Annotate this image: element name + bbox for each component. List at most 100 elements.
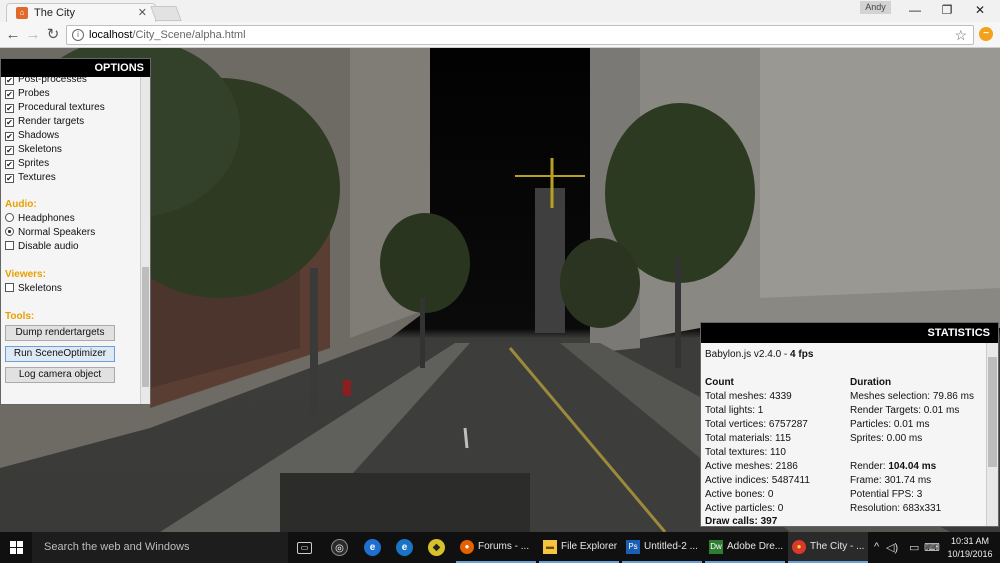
cortana-icon[interactable]: ◎ (331, 539, 348, 556)
back-arrow-icon[interactable]: ← (4, 26, 22, 44)
checkbox-icon[interactable] (5, 283, 14, 292)
new-tab-button[interactable] (150, 6, 182, 21)
stat-total-materials: Total materials: 115 (705, 433, 791, 444)
edge-icon[interactable]: e (364, 539, 381, 556)
stat-active-particles: Active particles: 0 (705, 503, 784, 514)
stat-frame-time: Frame: 301.74 ms (850, 475, 932, 486)
checkbox-checked-icon[interactable]: ✔ (5, 160, 14, 169)
checkbox-checked-icon[interactable]: ✔ (5, 132, 14, 141)
taskbar-search-box[interactable]: Search the web and Windows (32, 532, 288, 563)
windows-start-icon[interactable] (10, 541, 23, 554)
radio-selected-icon[interactable] (5, 227, 14, 236)
taskbar-app-firefox[interactable]: ● Forums - ... (456, 532, 536, 563)
checkbox-checked-icon[interactable]: ✔ (5, 77, 14, 85)
page-info-icon[interactable]: i (72, 29, 84, 41)
photoshop-icon: Ps (626, 540, 640, 554)
stat-sprites-time: Sprites: 0.00 ms (850, 433, 923, 444)
taskbar-app-file-explorer[interactable]: ▬ File Explorer (539, 532, 619, 563)
log-camera-object-button[interactable]: Log camera object (5, 367, 115, 383)
tray-chevron-icon[interactable]: ^ (874, 541, 879, 553)
checkbox-checked-icon[interactable]: ✔ (5, 118, 14, 127)
internet-explorer-icon[interactable]: e (396, 539, 413, 556)
tab-the-city[interactable]: ⌂ The City ✕ (6, 3, 156, 22)
clock[interactable]: 10:31 AM 10/19/2016 (944, 535, 996, 561)
stat-total-lights: Total lights: 1 (705, 405, 764, 416)
stat-render-targets-time: Render Targets: 0.01 ms (850, 405, 960, 416)
checkbox-icon[interactable] (5, 241, 14, 250)
option-skeletons[interactable]: ✔ Skeletons (5, 144, 62, 158)
stat-resolution: Resolution: 683x331 (850, 503, 942, 514)
options-body[interactable]: ✔ Post-processes ✔ Probes ✔ Procedural text… (1, 77, 141, 404)
option-label: Skeletons (18, 283, 62, 294)
title-bar: ⌂ The City ✕ Andy — ❐ ✕ (0, 0, 1000, 22)
dump-rendertargets-button[interactable]: Dump rendertargets (5, 325, 115, 341)
option-label: Post-processes (18, 77, 87, 85)
close-icon[interactable]: ✕ (965, 2, 995, 19)
stat-meshes-selection: Meshes selection: 79.86 ms (850, 391, 974, 402)
checkbox-checked-icon[interactable]: ✔ (5, 174, 14, 183)
firefox-icon: ● (460, 540, 474, 554)
options-panel: OPTIONS ✔ Post-processes ✔ Probes ✔ Procedu… (0, 58, 151, 405)
keyboard-icon[interactable]: ⌨ (924, 541, 940, 554)
checkbox-checked-icon[interactable]: ✔ (5, 104, 14, 113)
statistics-scrollbar[interactable] (986, 343, 998, 526)
speaker-icon[interactable]: ◁) (886, 541, 898, 554)
stat-total-meshes: Total meshes: 4339 (705, 391, 792, 402)
address-bar[interactable]: i localhost/City_Scene/alpha.html ☆ (66, 25, 974, 45)
option-label: Sprites (18, 158, 50, 169)
bookmark-star-icon[interactable]: ☆ (954, 27, 967, 44)
statistics-header: STATISTICS (701, 323, 998, 343)
options-scrollbar-thumb[interactable] (142, 267, 149, 387)
option-procedural-textures[interactable]: ✔ Procedural textures (5, 102, 105, 116)
viewer-skeletons[interactable]: Skeletons (5, 283, 62, 297)
options-scrollbar[interactable] (140, 77, 150, 404)
option-label: Headphones (18, 213, 75, 224)
audio-headphones[interactable]: Headphones (5, 213, 75, 227)
network-icon[interactable]: ▭ (909, 541, 919, 554)
browser-toolbar: ← → ↻ i localhost/City_Scene/alpha.html … (0, 22, 1000, 48)
url-text: localhost/City_Scene/alpha.html (89, 29, 246, 41)
audio-disable[interactable]: Disable audio (5, 241, 79, 255)
statistics-panel: STATISTICS Babylon.js v2.4.0 - 4 fps Cou… (700, 322, 999, 527)
checkbox-checked-icon[interactable]: ✔ (5, 90, 14, 99)
taskbar-app-photoshop[interactable]: Ps Untitled-2 ... (622, 532, 702, 563)
radio-icon[interactable] (5, 213, 14, 222)
profile-badge[interactable]: Andy (860, 1, 891, 14)
option-textures[interactable]: ✔ Textures (5, 172, 56, 186)
option-probes[interactable]: ✔ Probes (5, 88, 50, 102)
tab-close-icon[interactable]: ✕ (138, 6, 147, 19)
statistics-scrollbar-thumb[interactable] (988, 357, 997, 467)
extension-icon[interactable]: − (979, 27, 993, 41)
tab-favicon-icon: ⌂ (16, 7, 28, 19)
option-render-targets[interactable]: ✔ Render targets (5, 116, 84, 130)
reload-icon[interactable]: ↻ (44, 26, 62, 44)
maximize-icon[interactable]: ❐ (932, 2, 962, 19)
dreamweaver-icon: Dw (709, 540, 723, 554)
taskbar-app-label: Untitled-2 ... (644, 541, 698, 552)
stat-active-bones: Active bones: 0 (705, 489, 774, 500)
stat-total-vertices: Total vertices: 6757287 (705, 419, 808, 430)
minimize-icon[interactable]: — (900, 2, 930, 19)
option-label: Disable audio (18, 241, 79, 252)
task-view-icon[interactable]: ▭ (297, 542, 312, 554)
stat-active-indices: Active indices: 5487411 (705, 475, 810, 486)
option-post-processes[interactable]: ✔ Post-processes (5, 77, 87, 88)
checkbox-checked-icon[interactable]: ✔ (5, 146, 14, 155)
option-shadows[interactable]: ✔ Shadows (5, 130, 59, 144)
chrome-icon: ● (792, 540, 806, 554)
option-label: Normal Speakers (18, 227, 96, 238)
pinned-app-icon[interactable]: ◆ (428, 539, 445, 556)
option-sprites[interactable]: ✔ Sprites (5, 158, 49, 172)
version-text: Babylon.js v2.4.0 - (705, 349, 791, 360)
audio-normal-speakers[interactable]: Normal Speakers (5, 227, 95, 241)
option-label: Textures (18, 172, 56, 183)
tools-section-title: Tools: (5, 311, 35, 322)
run-sceneoptimizer-button[interactable]: Run SceneOptimizer (5, 346, 115, 362)
taskbar-app-dreamweaver[interactable]: Dw Adobe Dre... (705, 532, 785, 563)
option-label: Procedural textures (18, 102, 105, 113)
taskbar-app-chrome[interactable]: ● The City - ... (788, 532, 868, 563)
forward-arrow-icon[interactable]: → (24, 26, 42, 44)
stat-draw-calls: Draw calls: 397 (705, 516, 778, 527)
clock-date: 10/19/2016 (947, 549, 993, 559)
stat-particles-time: Particles: 0.01 ms (850, 419, 930, 430)
